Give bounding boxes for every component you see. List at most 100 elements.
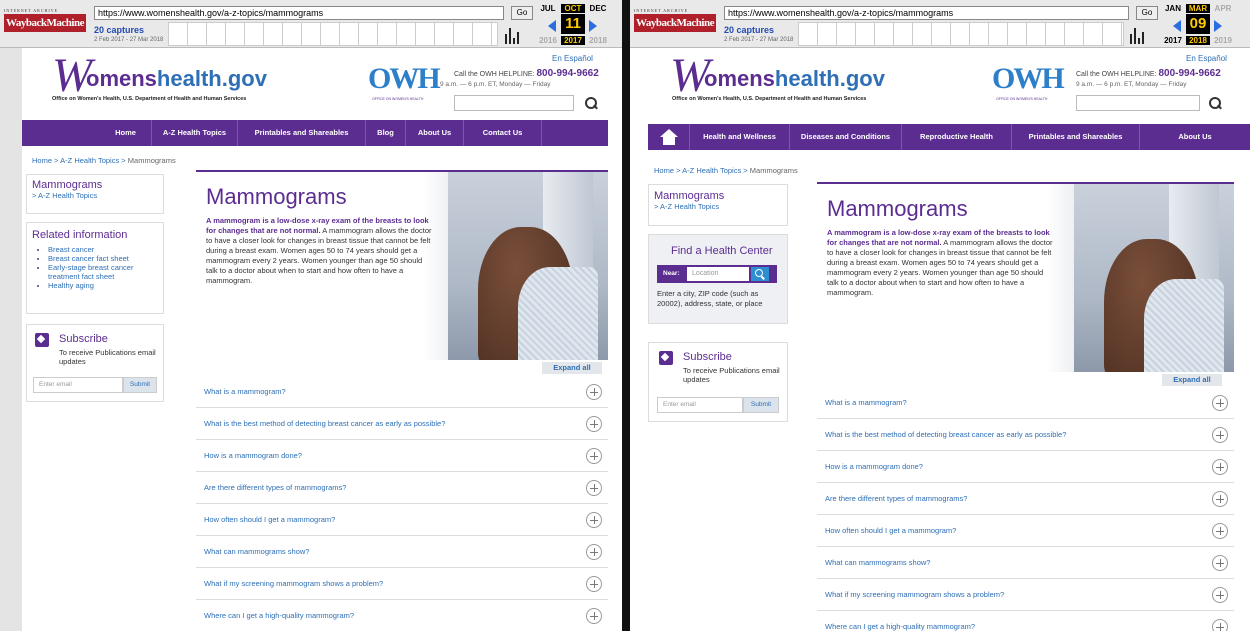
wayback-go-button[interactable]: Go bbox=[1136, 6, 1158, 20]
expand-plus-icon[interactable] bbox=[1212, 523, 1228, 539]
home-icon[interactable] bbox=[648, 124, 690, 150]
related-link[interactable]: Breast cancer fact sheet bbox=[48, 254, 129, 263]
expand-plus-icon[interactable] bbox=[586, 480, 602, 496]
expand-plus-icon[interactable] bbox=[1212, 395, 1228, 411]
search-icon[interactable] bbox=[584, 96, 598, 110]
nav-printables[interactable]: Printables and Shareables bbox=[238, 120, 366, 146]
espanol-link[interactable]: En Español bbox=[552, 54, 593, 63]
wayback-next-month[interactable]: DEC bbox=[586, 4, 610, 13]
faq-row[interactable]: How is a mammogram done? bbox=[817, 451, 1234, 483]
faq-question[interactable]: What can mammograms show? bbox=[825, 558, 930, 567]
faq-row[interactable]: What can mammograms show? bbox=[817, 547, 1234, 579]
faq-question[interactable]: How often should I get a mammogram? bbox=[825, 526, 956, 535]
faq-row[interactable]: What is the best method of detecting bre… bbox=[196, 408, 608, 440]
faq-question[interactable]: Are there different types of mammograms? bbox=[204, 483, 346, 492]
expand-plus-icon[interactable] bbox=[1212, 587, 1228, 603]
faq-question[interactable]: What if my screening mammogram shows a p… bbox=[204, 579, 383, 588]
faq-question[interactable]: Are there different types of mammograms? bbox=[825, 494, 967, 503]
wayback-prev-month[interactable]: JAN bbox=[1161, 4, 1185, 13]
wayback-next-year[interactable]: 2018 bbox=[586, 36, 610, 45]
nav-about[interactable]: About Us bbox=[406, 120, 464, 146]
search-icon[interactable] bbox=[751, 267, 769, 281]
faq-question[interactable]: Where can I get a high-quality mammogram… bbox=[204, 611, 354, 620]
owh-logo[interactable]: OWH bbox=[992, 62, 1065, 96]
owh-logo[interactable]: OWH bbox=[368, 62, 441, 96]
expand-plus-icon[interactable] bbox=[586, 448, 602, 464]
expand-plus-icon[interactable] bbox=[1212, 619, 1228, 631]
wayback-captures-link[interactable]: 20 captures bbox=[724, 25, 774, 35]
search-icon[interactable] bbox=[1208, 96, 1222, 110]
wayback-next-year[interactable]: 2019 bbox=[1211, 36, 1235, 45]
location-input[interactable]: Location bbox=[687, 267, 749, 281]
faq-row[interactable]: Where can I get a high-quality mammogram… bbox=[196, 600, 608, 631]
wayback-url-input[interactable]: https://www.womenshealth.gov/a-z-topics/… bbox=[724, 6, 1129, 20]
expand-all-button[interactable]: Expand all bbox=[1162, 374, 1222, 386]
faq-question[interactable]: What is the best method of detecting bre… bbox=[825, 430, 1066, 439]
wayback-url-input[interactable]: https://www.womenshealth.gov/a-z-topics/… bbox=[94, 6, 504, 20]
faq-row[interactable]: What is a mammogram? bbox=[196, 376, 608, 408]
sidebar-az-link[interactable]: > A-Z Health Topics bbox=[32, 191, 158, 200]
faq-question[interactable]: What if my screening mammogram shows a p… bbox=[825, 590, 1004, 599]
email-field[interactable]: Enter email bbox=[33, 377, 123, 393]
wayback-sparkline[interactable] bbox=[798, 22, 1124, 46]
faq-question[interactable]: What is a mammogram? bbox=[825, 398, 907, 407]
submit-button[interactable]: Submit bbox=[123, 377, 157, 393]
wayback-go-button[interactable]: Go bbox=[511, 6, 533, 20]
related-link[interactable]: Early-stage breast cancer treatment fact… bbox=[48, 263, 133, 281]
sidebar-az-link[interactable]: > A-Z Health Topics bbox=[654, 202, 782, 211]
site-logo[interactable]: omenshealth.gov bbox=[86, 66, 267, 92]
wayback-prev-month[interactable]: JUL bbox=[536, 4, 560, 13]
wayback-prev-arrow-icon[interactable] bbox=[548, 20, 556, 32]
wayback-logo[interactable]: WaybackMachine bbox=[4, 14, 86, 32]
wayback-prev-year[interactable]: 2017 bbox=[1161, 36, 1185, 45]
faq-row[interactable]: What is the best method of detecting bre… bbox=[817, 419, 1234, 451]
faq-row[interactable]: How often should I get a mammogram? bbox=[196, 504, 608, 536]
site-logo[interactable]: omenshealth.gov bbox=[704, 66, 885, 92]
wayback-logo[interactable]: WaybackMachine bbox=[634, 14, 716, 32]
expand-plus-icon[interactable] bbox=[1212, 555, 1228, 571]
related-link[interactable]: Breast cancer bbox=[48, 245, 94, 254]
expand-all-button[interactable]: Expand all bbox=[542, 362, 602, 374]
breadcrumb-home[interactable]: Home bbox=[654, 166, 674, 175]
faq-question[interactable]: How often should I get a mammogram? bbox=[204, 515, 335, 524]
wayback-prev-arrow-icon[interactable] bbox=[1173, 20, 1181, 32]
faq-question[interactable]: What can mammograms show? bbox=[204, 547, 309, 556]
submit-button[interactable]: Submit bbox=[743, 397, 779, 413]
faq-question[interactable]: How is a mammogram done? bbox=[825, 462, 923, 471]
expand-plus-icon[interactable] bbox=[586, 576, 602, 592]
nav-contact[interactable]: Contact Us bbox=[464, 120, 542, 146]
faq-question[interactable]: What is the best method of detecting bre… bbox=[204, 419, 445, 428]
nav-az-topics[interactable]: A-Z Health Topics bbox=[152, 120, 238, 146]
faq-question[interactable]: What is a mammogram? bbox=[204, 387, 286, 396]
nav-printables[interactable]: Printables and Shareables bbox=[1012, 124, 1140, 150]
faq-row[interactable]: What is a mammogram? bbox=[817, 387, 1234, 419]
faq-row[interactable]: What if my screening mammogram shows a p… bbox=[196, 568, 608, 600]
helpline-number[interactable]: 800-994-9662 bbox=[1158, 68, 1220, 79]
wayback-next-month[interactable]: APR bbox=[1211, 4, 1235, 13]
expand-plus-icon[interactable] bbox=[586, 544, 602, 560]
expand-plus-icon[interactable] bbox=[1212, 427, 1228, 443]
nav-diseases[interactable]: Diseases and Conditions bbox=[790, 124, 902, 150]
nav-home[interactable]: Home bbox=[100, 120, 152, 146]
wayback-next-arrow-icon[interactable] bbox=[589, 20, 597, 32]
expand-plus-icon[interactable] bbox=[1212, 491, 1228, 507]
expand-plus-icon[interactable] bbox=[586, 608, 602, 624]
nav-reproductive[interactable]: Reproductive Health bbox=[902, 124, 1012, 150]
faq-question[interactable]: How is a mammogram done? bbox=[204, 451, 302, 460]
email-field[interactable]: Enter email bbox=[657, 397, 743, 413]
wayback-sparkline[interactable] bbox=[168, 22, 498, 46]
search-input[interactable] bbox=[1076, 95, 1200, 111]
nav-blog[interactable]: Blog bbox=[366, 120, 406, 146]
faq-row[interactable]: Are there different types of mammograms? bbox=[196, 472, 608, 504]
nav-about[interactable]: About Us bbox=[1140, 124, 1250, 150]
nav-health-wellness[interactable]: Health and Wellness bbox=[690, 124, 790, 150]
search-input[interactable] bbox=[454, 95, 574, 111]
faq-row[interactable]: How often should I get a mammogram? bbox=[817, 515, 1234, 547]
expand-plus-icon[interactable] bbox=[586, 384, 602, 400]
wayback-captures-link[interactable]: 20 captures bbox=[94, 25, 144, 35]
faq-row[interactable]: What if my screening mammogram shows a p… bbox=[817, 579, 1234, 611]
espanol-link[interactable]: En Español bbox=[1186, 54, 1227, 63]
breadcrumb-topics[interactable]: A-Z Health Topics bbox=[60, 156, 119, 165]
wayback-prev-year[interactable]: 2016 bbox=[536, 36, 560, 45]
expand-plus-icon[interactable] bbox=[1212, 459, 1228, 475]
